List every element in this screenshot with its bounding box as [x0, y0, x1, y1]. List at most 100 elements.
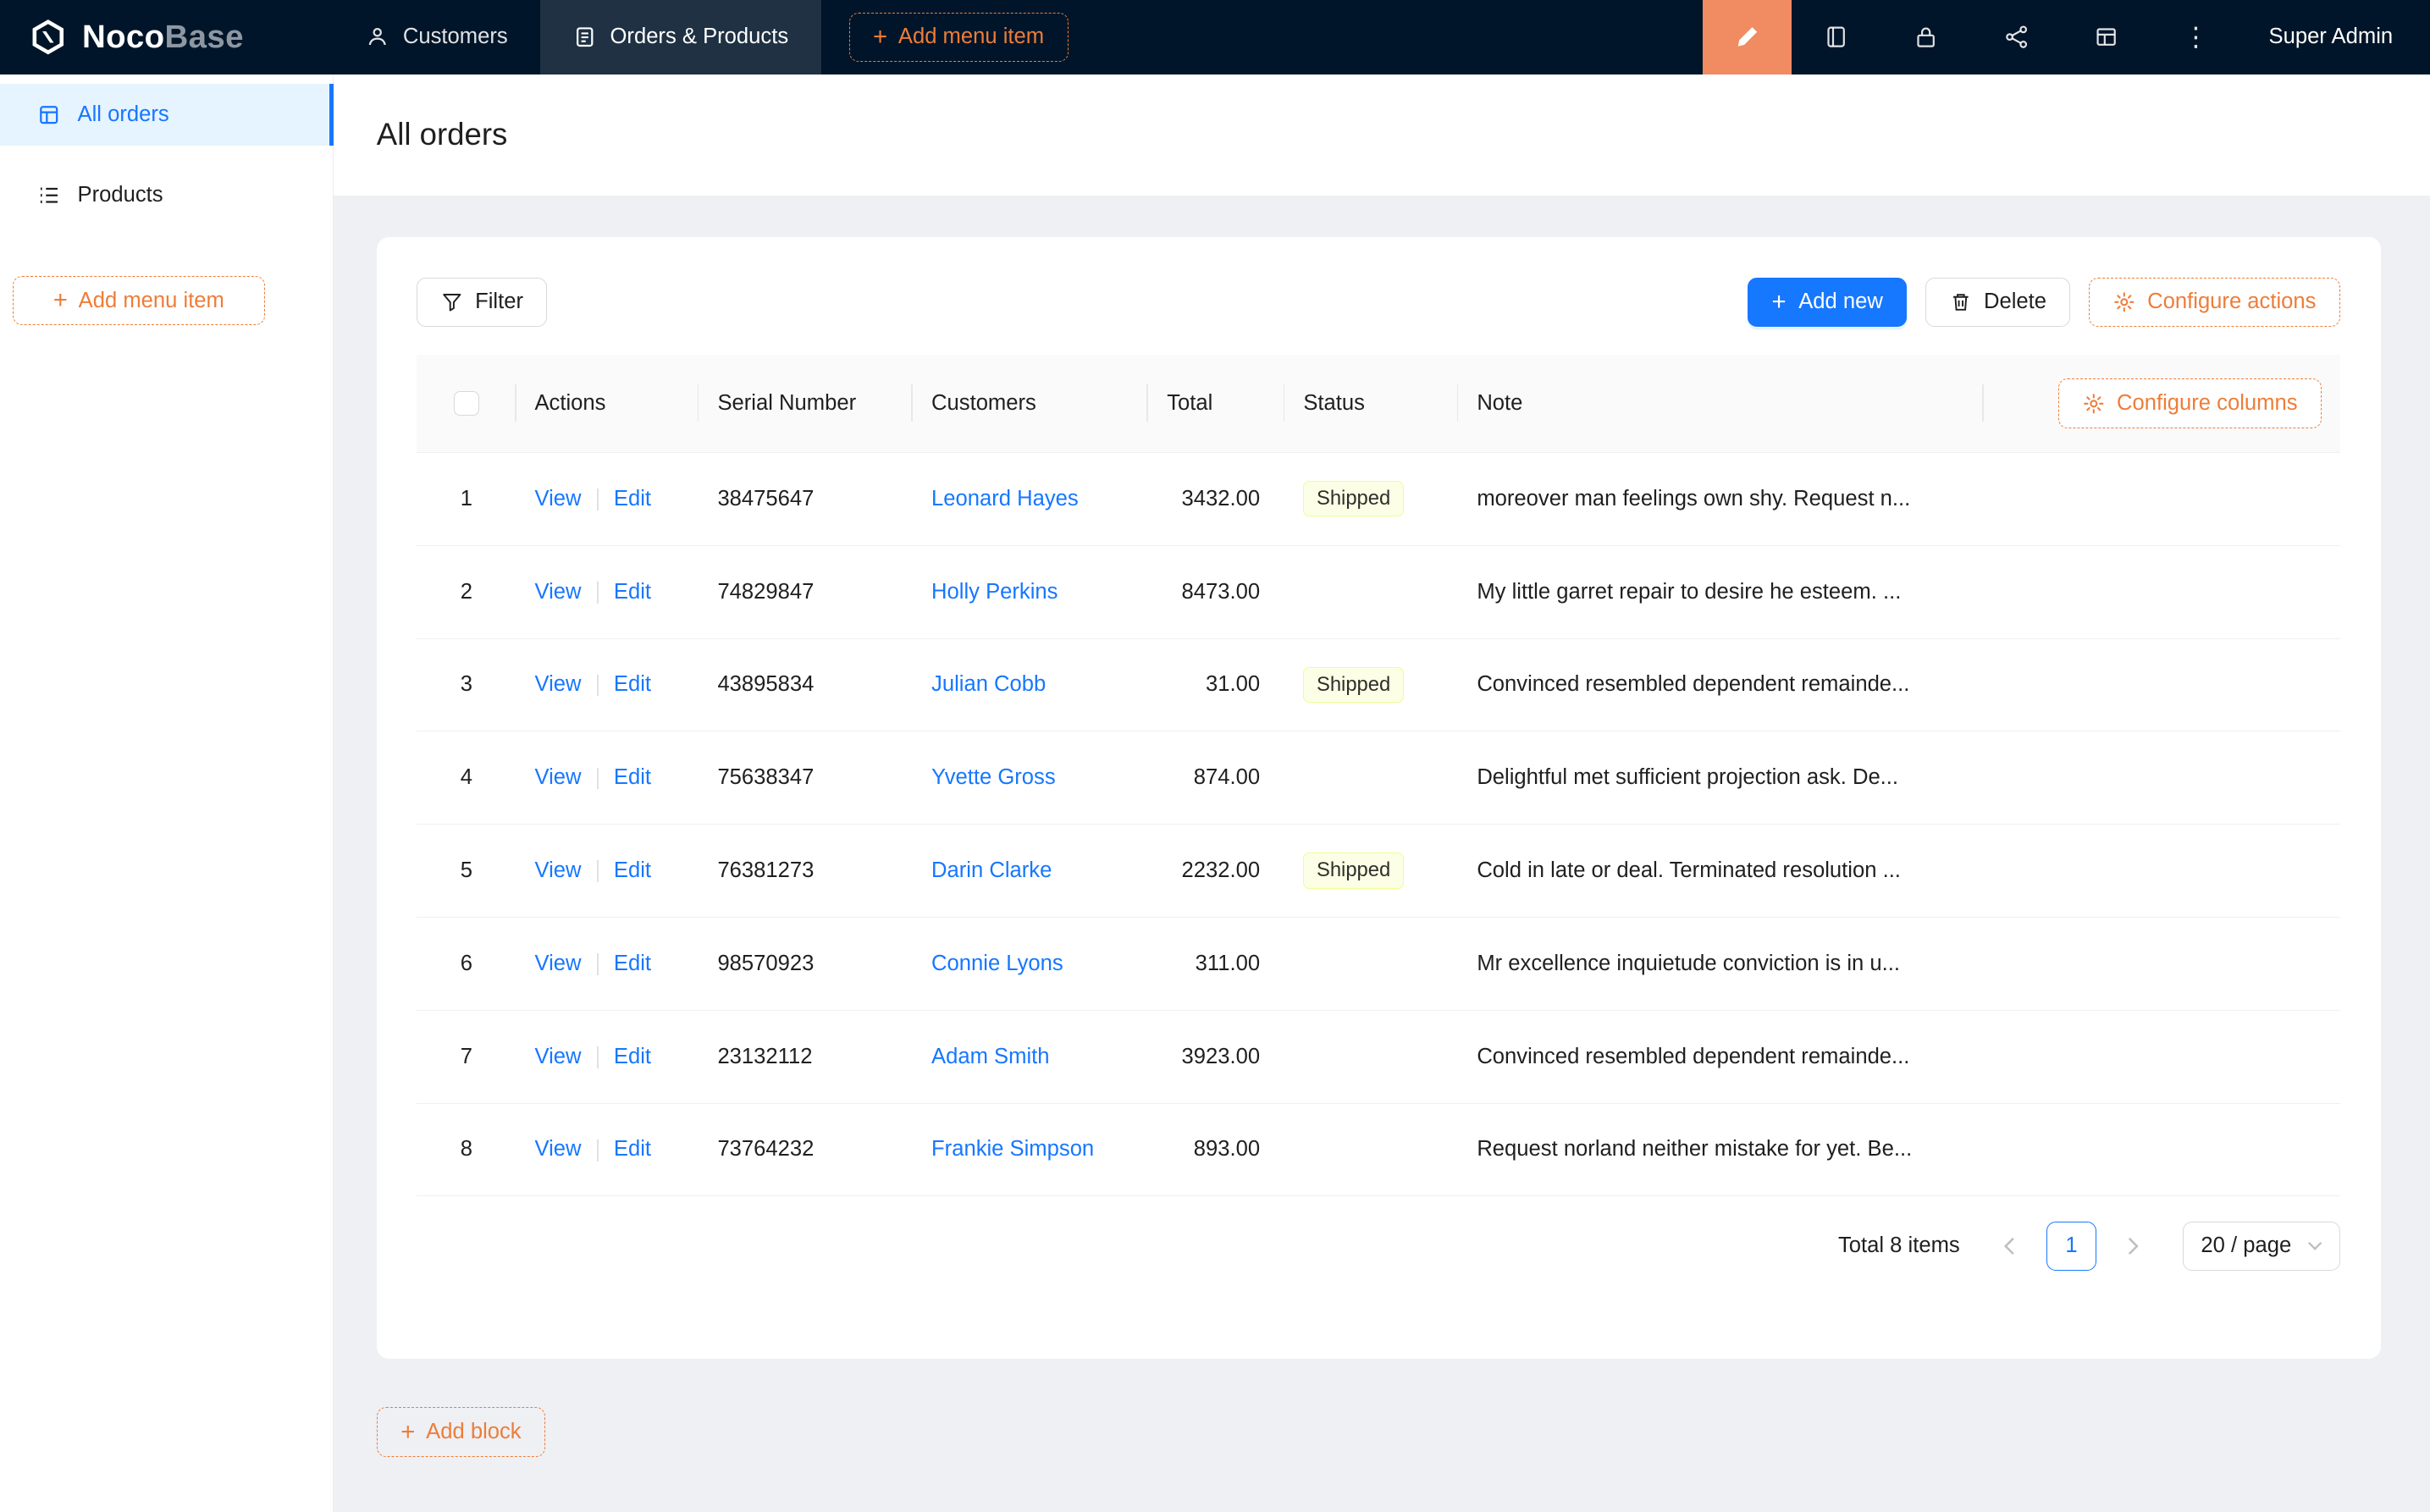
customer-link[interactable]: Frankie Simpson: [931, 1137, 1094, 1161]
total-cell: 31.00: [1148, 638, 1284, 731]
table-row: 7 ViewEdit 23132112 Adam Smith 3923.00 C…: [417, 1010, 2340, 1103]
view-link[interactable]: View: [534, 765, 581, 789]
serial-number-cell: 23132112: [699, 1010, 913, 1103]
table-row: 8 ViewEdit 73764232 Frankie Simpson 893.…: [417, 1103, 2340, 1196]
layout-icon: [2094, 25, 2118, 49]
page-size-select[interactable]: 20 / page: [2183, 1222, 2340, 1272]
edit-link[interactable]: Edit: [614, 672, 651, 696]
api-button[interactable]: [1971, 0, 2061, 74]
edit-link[interactable]: Edit: [614, 1137, 651, 1161]
serial-number-cell: 98570923: [699, 917, 913, 1010]
sidebar-item-label: Products: [78, 183, 163, 207]
note-cell: Convinced resembled dependent remainde..…: [1458, 1010, 1984, 1103]
view-link[interactable]: View: [534, 952, 581, 975]
divider: [597, 582, 599, 604]
table-row: 1 ViewEdit 38475647 Leonard Hayes 3432.0…: [417, 452, 2340, 545]
ellipsis-vertical-icon: ⋮: [2183, 22, 2209, 52]
row-index: 3: [461, 672, 472, 696]
row-index: 4: [461, 765, 472, 789]
view-link[interactable]: View: [534, 672, 581, 696]
plus-icon: +: [873, 25, 887, 49]
filter-button[interactable]: Filter: [417, 278, 547, 328]
status-cell-empty: [1284, 1010, 1458, 1103]
view-link[interactable]: View: [534, 1045, 581, 1068]
more-button[interactable]: ⋮: [2151, 0, 2240, 74]
divider: [597, 1140, 599, 1162]
customer-link[interactable]: Julian Cobb: [931, 672, 1046, 696]
add-block-button[interactable]: + Add block: [377, 1407, 545, 1457]
edit-link[interactable]: Edit: [614, 580, 651, 604]
total-cell: 874.00: [1148, 731, 1284, 825]
status-cell-empty: [1284, 917, 1458, 1010]
edit-link[interactable]: Edit: [614, 487, 651, 510]
trash-icon: [1950, 291, 1972, 313]
permissions-button[interactable]: [1881, 0, 1971, 74]
edit-link[interactable]: Edit: [614, 952, 651, 975]
table-toolbar: Filter + Add new Delete: [417, 278, 2340, 328]
customer-link[interactable]: Holly Perkins: [931, 580, 1058, 604]
sidebar-item-products[interactable]: Products: [0, 164, 333, 226]
ui-editor-button[interactable]: [1703, 0, 1791, 74]
customer-link[interactable]: Connie Lyons: [931, 952, 1063, 975]
plus-icon: +: [53, 288, 68, 312]
sidebar-item-all-orders[interactable]: All orders: [0, 84, 333, 146]
status-badge: Shipped: [1303, 667, 1404, 703]
page-header: All orders: [334, 74, 2430, 196]
chevron-right-icon: [2127, 1237, 2140, 1255]
configure-columns-button[interactable]: Configure columns: [2058, 378, 2322, 428]
toolbar-actions: + Add new Delete: [1748, 278, 2340, 328]
view-link[interactable]: View: [534, 1137, 581, 1161]
divider: [597, 1046, 599, 1068]
add-menu-item-button-side[interactable]: + Add menu item: [13, 276, 265, 326]
add-new-button[interactable]: + Add new: [1748, 278, 1907, 328]
total-cell: 893.00: [1148, 1103, 1284, 1196]
orders-table: Actions Serial Number Customers Total St…: [417, 355, 2340, 1196]
edit-link[interactable]: Edit: [614, 765, 651, 789]
plus-icon: +: [1771, 290, 1786, 314]
edit-link[interactable]: Edit: [614, 858, 651, 882]
divider: [597, 860, 599, 882]
pagination-page-1[interactable]: 1: [2046, 1222, 2096, 1272]
column-header-status: Status: [1284, 355, 1458, 452]
nav-tab-orders-products[interactable]: Orders & Products: [540, 0, 820, 74]
orders-table-block: Filter + Add new Delete: [377, 237, 2381, 1359]
note-cell: Convinced resembled dependent remainde..…: [1458, 638, 1984, 731]
nav-tab-customers[interactable]: Customers: [334, 0, 541, 74]
pagination-next-button[interactable]: [2108, 1222, 2158, 1272]
customer-link[interactable]: Darin Clarke: [931, 858, 1052, 882]
current-user-menu[interactable]: Super Admin: [2241, 25, 2430, 49]
configure-actions-button[interactable]: Configure actions: [2089, 278, 2339, 328]
view-link[interactable]: View: [534, 487, 581, 510]
share-nodes-icon: [2004, 25, 2029, 49]
table-row: 4 ViewEdit 75638347 Yvette Gross 874.00 …: [417, 731, 2340, 825]
status-badge: Shipped: [1303, 853, 1404, 888]
page-size-value: 20 / page: [2201, 1233, 2291, 1258]
view-link[interactable]: View: [534, 580, 581, 604]
page-content: Filter + Add new Delete: [334, 196, 2430, 1457]
note-cell: Cold in late or deal. Terminated resolut…: [1458, 825, 1984, 918]
add-menu-item-button-top[interactable]: + Add menu item: [849, 13, 1069, 63]
status-cell-empty: [1284, 1103, 1458, 1196]
plus-icon: +: [400, 1420, 415, 1444]
view-link[interactable]: View: [534, 858, 581, 882]
column-header-actions: Actions: [516, 355, 699, 452]
nav-tab-label: Orders & Products: [610, 25, 789, 49]
customer-link[interactable]: Yvette Gross: [931, 765, 1056, 789]
row-index: 1: [461, 487, 472, 510]
pagination-prev-button[interactable]: [1985, 1222, 2035, 1272]
customer-link[interactable]: Leonard Hayes: [931, 487, 1079, 510]
collections-button[interactable]: [1792, 0, 1881, 74]
delete-button[interactable]: Delete: [1925, 278, 2070, 328]
edit-link[interactable]: Edit: [614, 1045, 651, 1068]
note-cell: Delightful met sufficient projection ask…: [1458, 731, 1984, 825]
table-file-icon: [37, 103, 60, 126]
sidebar: All orders Products + Add menu item: [0, 74, 334, 1512]
main-area: All orders Filter + Add new: [334, 74, 2430, 1512]
gear-icon: [2113, 291, 2135, 313]
customer-link[interactable]: Adam Smith: [931, 1045, 1049, 1068]
block-templates-button[interactable]: [2061, 0, 2151, 74]
note-cell: My little garret repair to desire he est…: [1458, 545, 1984, 638]
serial-number-cell: 75638347: [699, 731, 913, 825]
serial-number-cell: 38475647: [699, 452, 913, 545]
select-all-checkbox[interactable]: [454, 391, 478, 416]
